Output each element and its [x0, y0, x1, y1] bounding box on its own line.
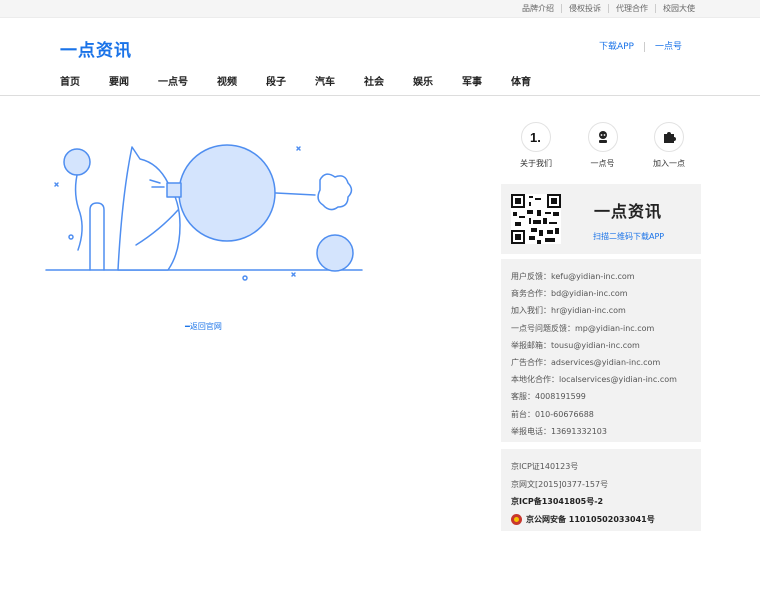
contact-ads: 广告合作：adservices@yidian-inc.com	[511, 358, 661, 368]
license-info: 京ICP证140123号 京网文[2015]0377-157号 京ICP备130…	[501, 449, 701, 531]
nav-item-home[interactable]: 首页	[60, 73, 80, 88]
site-logo[interactable]: 一点资讯	[60, 36, 132, 61]
nav-item-entertainment[interactable]: 娱乐	[413, 73, 433, 88]
top-link-campus[interactable]: 校园大使	[655, 4, 702, 13]
yidianhao-label: 一点号	[590, 159, 615, 168]
nav-divider	[0, 95, 760, 96]
download-app-box: 一点资讯 扫描二维码下载APP	[501, 184, 701, 254]
qr-code[interactable]	[511, 194, 561, 244]
sidebar-icons: 1. 关于我们 一点号 加入一点	[505, 122, 700, 169]
top-bar: 品牌介绍 侵权投诉 代理合作 校园大使	[0, 0, 760, 18]
nav-item-news[interactable]: 要闻	[109, 73, 129, 88]
icp-record[interactable]: 京ICP备13041805号-2	[511, 493, 701, 511]
contact-service: 客服：4008191599	[511, 392, 586, 402]
yidianhao-link[interactable]: 一点号	[643, 42, 692, 52]
qr-download-text[interactable]: 扫描二维码下载APP	[593, 231, 664, 242]
about-us-label: 关于我们	[520, 159, 552, 168]
about-us-item[interactable]: 1. 关于我们	[505, 122, 567, 169]
contact-report-email: 举报邮箱：tousu@yidian-inc.com	[511, 340, 640, 350]
icp-license[interactable]: 京ICP证140123号	[511, 458, 701, 476]
internet-culture-license[interactable]: 京网文[2015]0377-157号	[511, 476, 701, 494]
nav-item-auto[interactable]: 汽车	[315, 73, 335, 88]
contact-hr: 加入我们：hr@yidian-inc.com	[511, 306, 626, 316]
top-link-complaint[interactable]: 侵权投诉	[561, 4, 608, 13]
contact-local: 本地化合作：localservices@yidian-inc.com	[511, 375, 677, 385]
contact-feedback: 用户反馈：kefu@yidian-inc.com	[511, 272, 635, 281]
nav-item-society[interactable]: 社会	[364, 73, 384, 88]
top-link-agency[interactable]: 代理合作	[608, 4, 655, 13]
police-record-row[interactable]: 京公网安备 11010502033041号	[511, 511, 701, 529]
join-us-label: 加入一点	[653, 159, 685, 168]
police-record-text: 京公网安备 11010502033041号	[526, 514, 655, 524]
contact-info: 用户反馈：kefu@yidian-inc.com 商务合作：bd@yidian-…	[501, 259, 701, 442]
top-links: 品牌介绍 侵权投诉 代理合作 校园大使	[515, 4, 702, 13]
download-app-link[interactable]: 下载APP	[589, 42, 644, 52]
top-link-brand[interactable]: 品牌介绍	[515, 4, 561, 13]
back-to-home-link[interactable]: ━返回官网	[185, 321, 222, 332]
svg-text:1.: 1.	[530, 130, 541, 145]
yidianhao-item[interactable]: 一点号	[572, 122, 634, 169]
nav-item-jokes[interactable]: 段子	[266, 73, 286, 88]
police-badge-icon	[511, 513, 522, 525]
error-illustration	[45, 144, 363, 281]
nav-item-sports[interactable]: 体育	[511, 73, 531, 88]
yidian-1-icon: 1.	[521, 122, 551, 152]
robot-icon	[587, 122, 618, 152]
qr-brand-logo: 一点资讯	[594, 202, 663, 221]
header-links: 下载APP 一点号	[589, 42, 692, 52]
nav-item-yidianhao[interactable]: 一点号	[158, 73, 188, 88]
main-nav: 首页 要闻 一点号 视频 段子 汽车 社会 娱乐 军事 体育	[60, 73, 560, 88]
contact-mp: 一点号问题反馈：mp@yidian-inc.com	[511, 323, 655, 333]
puzzle-icon	[654, 122, 684, 152]
nav-item-video[interactable]: 视频	[217, 73, 237, 88]
nav-item-military[interactable]: 军事	[462, 73, 482, 88]
contact-front-desk: 前台：010-60676688	[511, 409, 594, 419]
contact-report-phone: 举报电话：13691332103	[511, 426, 607, 436]
contact-business: 商务合作：bd@yidian-inc.com	[511, 289, 628, 299]
join-us-item[interactable]: 加入一点	[638, 122, 700, 169]
